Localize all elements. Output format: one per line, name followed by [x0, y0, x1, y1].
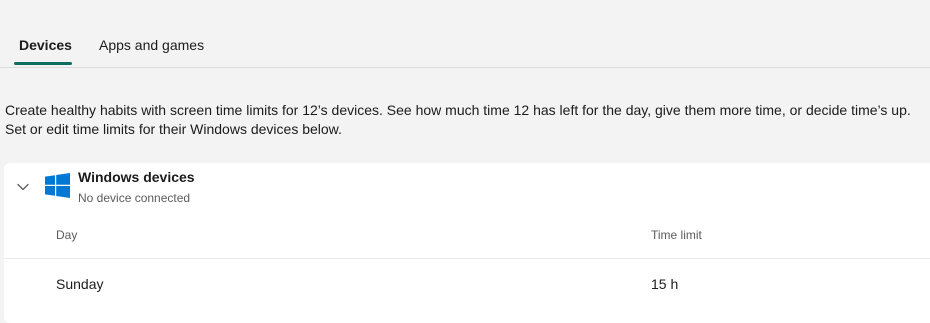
tab-devices[interactable]: Devices — [19, 37, 72, 53]
windows-logo-icon — [45, 173, 70, 198]
tab-bar: Devices Apps and games — [0, 0, 930, 68]
column-header-day: Day — [56, 228, 78, 242]
column-header-time-limit: Time limit — [651, 228, 702, 242]
screen-time-description: Create healthy habits with screen time l… — [5, 101, 925, 139]
tab-apps-and-games[interactable]: Apps and games — [99, 37, 204, 53]
windows-devices-card: Windows devices No device connected Day … — [4, 163, 930, 323]
row-day: Sunday — [56, 276, 104, 292]
device-status: No device connected — [78, 191, 191, 205]
row-time-limit: 15 h — [651, 276, 679, 292]
description-line-2: Set or edit time limits for their Window… — [5, 121, 342, 137]
card-title: Windows devices — [78, 169, 195, 185]
description-line-1: Create healthy habits with screen time l… — [5, 102, 911, 118]
active-tab-indicator — [14, 62, 72, 65]
chevron-down-icon[interactable] — [16, 180, 30, 194]
row-divider — [4, 258, 930, 259]
